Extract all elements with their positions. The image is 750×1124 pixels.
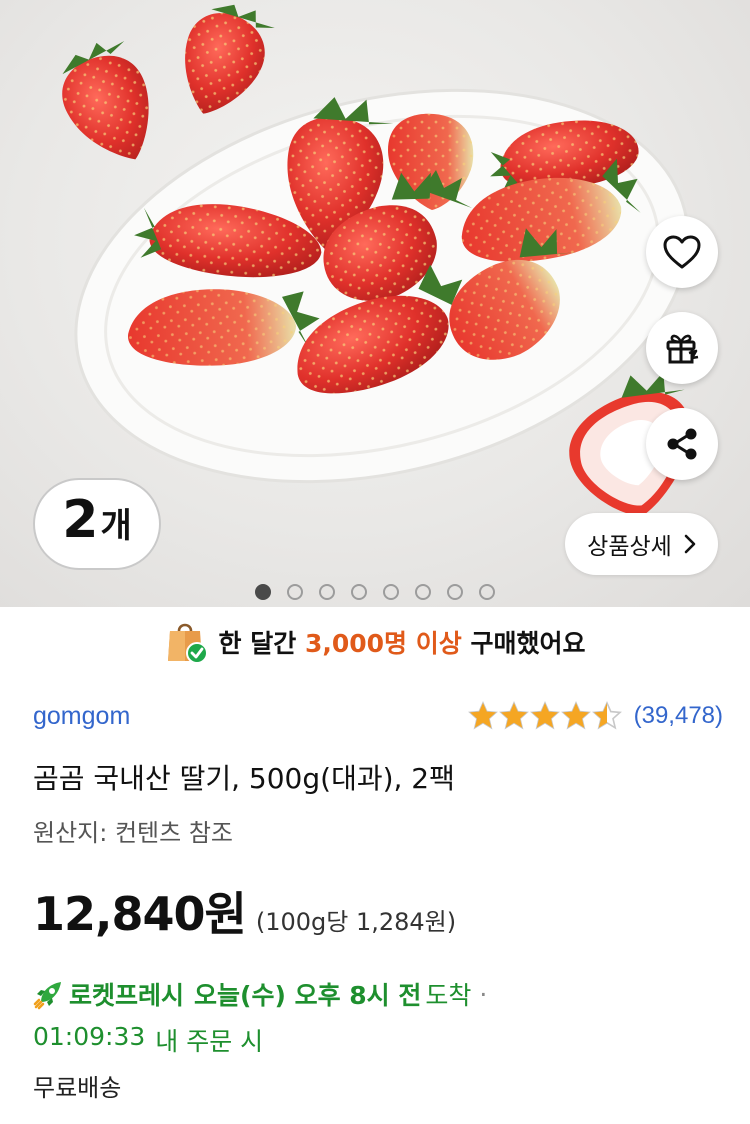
chevron-right-icon xyxy=(684,534,696,554)
delivery-info: 로켓프레시 오늘(수) 오후 8시 전 도착 · xyxy=(33,976,487,1012)
star-full-icon xyxy=(529,701,560,730)
purchase-count-banner: 한 달간 3,000명 이상 구매했어요 xyxy=(0,614,750,670)
share-icon xyxy=(667,428,697,460)
purchase-count-text: 한 달간 3,000명 이상 구매했어요 xyxy=(219,624,586,660)
star-full-icon xyxy=(560,701,591,730)
carousel-dot[interactable] xyxy=(351,584,367,600)
carousel-dot[interactable] xyxy=(383,584,399,600)
review-count[interactable]: (39,478) xyxy=(634,702,723,730)
purchase-prefix: 한 달간 xyxy=(218,629,297,658)
seller-link[interactable]: gomgom xyxy=(33,702,130,731)
shopping-bag-check-icon xyxy=(167,623,208,664)
product-image-carousel[interactable]: 2 개 상품상세 xyxy=(0,0,750,607)
sale-price: 12,840원 xyxy=(33,887,247,941)
price-row: 12,840원 (100g당 1,284원) xyxy=(33,878,456,944)
carousel-dot[interactable] xyxy=(319,584,335,600)
carousel-dot[interactable] xyxy=(287,584,303,600)
heart-icon xyxy=(663,235,701,269)
origin-info: 원산지: 컨텐츠 참조 xyxy=(33,819,233,847)
rocket-icon xyxy=(33,982,61,1010)
delivery-eta: 오늘(수) 오후 8시 전 xyxy=(194,981,422,1010)
product-detail-button[interactable]: 상품상세 xyxy=(565,513,718,575)
star-full-icon xyxy=(498,701,529,730)
carousel-dot[interactable] xyxy=(255,584,271,600)
star-full-icon xyxy=(467,701,498,730)
carousel-dot[interactable] xyxy=(415,584,431,600)
delivery-separator: · xyxy=(479,979,488,1009)
gift-icon xyxy=(666,334,699,364)
purchase-highlight: 3,000명 이상 xyxy=(304,629,462,658)
delivery-eta-tail: 도착 xyxy=(425,981,472,1010)
share-button[interactable] xyxy=(646,408,718,480)
wishlist-button[interactable] xyxy=(646,216,718,288)
star-rating xyxy=(467,701,622,731)
countdown-suffix: 내 주문 시 xyxy=(155,1027,264,1056)
rating-summary[interactable]: (39,478) xyxy=(467,701,723,731)
free-shipping-label: 무료배송 xyxy=(33,1074,122,1102)
quantity-unit: 개 xyxy=(100,506,132,546)
carousel-dot[interactable] xyxy=(447,584,463,600)
carousel-dot[interactable] xyxy=(479,584,495,600)
gift-button[interactable] xyxy=(646,312,718,384)
unit-price: (100g당 1,284원) xyxy=(255,908,457,936)
order-countdown: 01:09:33 내 주문 시 xyxy=(33,1022,263,1058)
countdown-time: 01:09:33 xyxy=(33,1022,146,1051)
rocket-fresh-label: 로켓프레시 xyxy=(69,981,185,1010)
quantity-number: 2 xyxy=(62,490,99,550)
seller-rating-row: gomgom (39,478) xyxy=(33,694,723,738)
purchase-suffix: 구매했어요 xyxy=(470,629,586,658)
product-title: 곰곰 국내산 딸기, 500g(대과), 2팩 xyxy=(33,762,455,795)
product-detail-label: 상품상세 xyxy=(587,534,672,560)
quantity-badge: 2 개 xyxy=(33,478,161,570)
star-half-icon xyxy=(591,701,622,730)
carousel-indicator xyxy=(255,584,495,600)
